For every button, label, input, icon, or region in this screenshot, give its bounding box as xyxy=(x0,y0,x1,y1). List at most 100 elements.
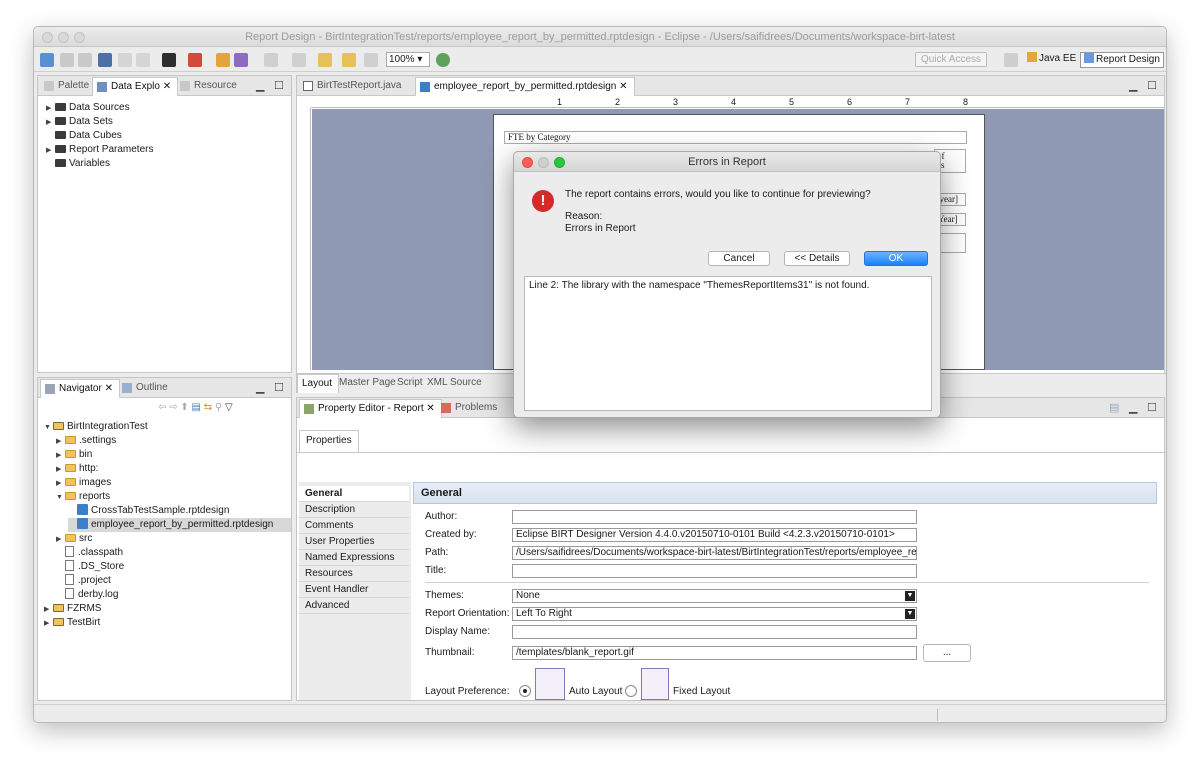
details-button[interactable]: << Details xyxy=(784,251,850,266)
auto-layout-radio[interactable] xyxy=(519,685,531,697)
close-window-button[interactable] xyxy=(42,32,53,43)
annotation-icon[interactable] xyxy=(292,53,306,67)
dialog-zoom-button[interactable] xyxy=(554,157,565,168)
category-named-expressions[interactable]: Named Expressions xyxy=(299,550,409,566)
debug-icon[interactable] xyxy=(188,53,202,67)
tab-master-page[interactable]: Master Page xyxy=(335,374,402,393)
pen-icon[interactable] xyxy=(234,53,248,67)
collapsed-arrow-icon[interactable]: ▶ xyxy=(56,463,65,477)
quick-access-field[interactable]: Quick Access xyxy=(915,52,987,67)
category-user-properties[interactable]: User Properties xyxy=(299,534,409,550)
navigator-tree-item[interactable]: ▼ reports xyxy=(56,490,110,504)
view-options-icon[interactable]: ▤ xyxy=(1109,401,1119,414)
orientation-select[interactable]: Left To Right ▼ xyxy=(512,607,917,621)
category-general[interactable]: General xyxy=(299,486,409,502)
display-name-field[interactable] xyxy=(512,625,917,639)
tree-item-variables[interactable]: Variables xyxy=(46,157,110,171)
collapsed-arrow-icon[interactable]: ▶ xyxy=(56,477,65,491)
save-icon[interactable] xyxy=(60,53,74,67)
tab-properties[interactable]: Properties xyxy=(299,430,359,452)
cancel-button[interactable]: Cancel xyxy=(708,251,770,266)
tab-problems[interactable]: Problems xyxy=(437,399,503,418)
navigator-tree-item[interactable]: employee_report_by_permitted.rptdesign xyxy=(68,518,291,532)
new-icon[interactable] xyxy=(40,53,54,67)
refresh-icon[interactable] xyxy=(436,53,450,67)
redo-icon[interactable] xyxy=(136,53,150,67)
navigator-tree-item[interactable]: ▶ images xyxy=(56,476,111,490)
history-icon[interactable] xyxy=(364,53,378,67)
navigator-tree-item[interactable]: ▶ src xyxy=(56,532,92,546)
tab-resource[interactable]: Resource xyxy=(176,77,243,96)
tab-outline[interactable]: Outline xyxy=(118,379,174,398)
navigator-tree-item[interactable]: ▶ http: xyxy=(56,462,98,476)
tree-item-report-parameters[interactable]: ▶ Report Parameters xyxy=(46,143,153,157)
themes-select[interactable]: None ▼ xyxy=(512,589,917,603)
category-resources[interactable]: Resources xyxy=(299,566,409,582)
navigator-tree-item[interactable]: .classpath xyxy=(56,546,123,560)
category-description[interactable]: Description xyxy=(299,502,409,518)
ok-button[interactable]: OK xyxy=(864,251,928,266)
tree-item-data-cubes[interactable]: Data Cubes xyxy=(46,129,122,143)
minimize-icon[interactable]: ▁ xyxy=(256,79,264,92)
up-icon[interactable]: ⬆ xyxy=(180,402,188,413)
collapsed-arrow-icon[interactable]: ▶ xyxy=(44,603,53,617)
category-advanced[interactable]: Advanced xyxy=(299,598,409,614)
open-folder-icon[interactable] xyxy=(216,53,230,67)
thumbnail-field[interactable]: /templates/blank_report.gif xyxy=(512,646,917,660)
minimize-icon[interactable]: ▁ xyxy=(1129,401,1137,414)
tab-layout[interactable]: Layout xyxy=(297,374,340,393)
category-event-handler[interactable]: Event Handler xyxy=(299,582,409,598)
fixed-layout-radio[interactable] xyxy=(625,685,637,697)
java-ee-perspective[interactable]: Java EE xyxy=(1024,52,1079,68)
minimize-window-button[interactable] xyxy=(58,32,69,43)
forward-icon[interactable] xyxy=(342,53,356,67)
tab-navigator[interactable]: Navigator ✕ xyxy=(40,379,120,398)
navigator-tree-item[interactable]: CrossTabTestSample.rptdesign xyxy=(68,504,229,518)
error-details-box[interactable]: Line 2: The library with the namespace "… xyxy=(524,276,932,411)
created-by-field[interactable]: Eclipse BIRT Designer Version 4.4.0.v201… xyxy=(512,528,917,542)
zoom-window-button[interactable] xyxy=(74,32,85,43)
preview-icon[interactable] xyxy=(98,53,112,67)
collapsed-arrow-icon[interactable]: ▶ xyxy=(56,533,65,547)
tab-property-editor[interactable]: Property Editor - Report ✕ xyxy=(299,399,442,418)
save-all-icon[interactable] xyxy=(78,53,92,67)
forward-arrow-icon[interactable]: ⇨ xyxy=(169,402,177,413)
path-field[interactable]: /Users/saifidrees/Documents/workspace-bi… xyxy=(512,546,917,560)
undo-icon[interactable] xyxy=(118,53,132,67)
tab-birt-test-report-java[interactable]: BirtTestReport.java xyxy=(299,77,407,96)
browse-thumbnail-button[interactable]: ... xyxy=(923,644,971,662)
tab-employee-report[interactable]: employee_report_by_permitted.rptdesign ✕ xyxy=(415,77,635,96)
maximize-icon[interactable]: ☐ xyxy=(1147,401,1157,414)
report-design-perspective[interactable]: Report Design xyxy=(1080,52,1164,68)
navigator-tree-item[interactable]: .DS_Store xyxy=(56,560,124,574)
tab-xml-source[interactable]: XML Source xyxy=(423,374,488,393)
filter-icon[interactable]: ⚲ xyxy=(215,402,222,413)
maximize-icon[interactable]: ☐ xyxy=(1147,79,1157,92)
link-editor-icon[interactable]: ⇆ xyxy=(204,402,212,413)
collapsed-arrow-icon[interactable]: ▶ xyxy=(44,617,53,631)
zoom-select[interactable]: 100% ▾ xyxy=(386,52,430,67)
collapse-all-icon[interactable]: ▤ xyxy=(192,402,201,413)
expanded-arrow-icon[interactable]: ▼ xyxy=(56,491,65,505)
navigator-tree-item[interactable]: ▶ FZRMS xyxy=(44,602,101,616)
tab-data-explorer[interactable]: Data Explo ✕ xyxy=(92,77,179,96)
collapsed-arrow-icon[interactable]: ▶ xyxy=(56,449,65,463)
category-comments[interactable]: Comments xyxy=(299,518,409,534)
navigator-tree-item[interactable]: ▶ TestBirt xyxy=(44,616,100,630)
collapsed-arrow-icon[interactable]: ▶ xyxy=(56,435,65,449)
author-field[interactable] xyxy=(512,510,917,524)
view-menu-icon[interactable]: ▽ xyxy=(225,402,233,413)
back-icon[interactable] xyxy=(318,53,332,67)
tree-item-data-sources[interactable]: ▶ Data Sources xyxy=(46,101,130,115)
back-arrow-icon[interactable]: ⇦ xyxy=(158,402,166,413)
maximize-icon[interactable]: ☐ xyxy=(274,381,284,394)
open-perspective-icon[interactable] xyxy=(1004,53,1018,67)
title-field[interactable] xyxy=(512,564,917,578)
maximize-icon[interactable]: ☐ xyxy=(274,79,284,92)
tree-item-data-sets[interactable]: ▶ Data Sets xyxy=(46,115,113,129)
dialog-close-button[interactable] xyxy=(522,157,533,168)
minimize-icon[interactable]: ▁ xyxy=(1129,79,1137,92)
report-title-cell[interactable]: FTE by Category xyxy=(504,131,967,144)
navigator-tree-item[interactable]: derby.log xyxy=(56,588,118,602)
tab-palette[interactable]: Palette xyxy=(40,77,95,96)
